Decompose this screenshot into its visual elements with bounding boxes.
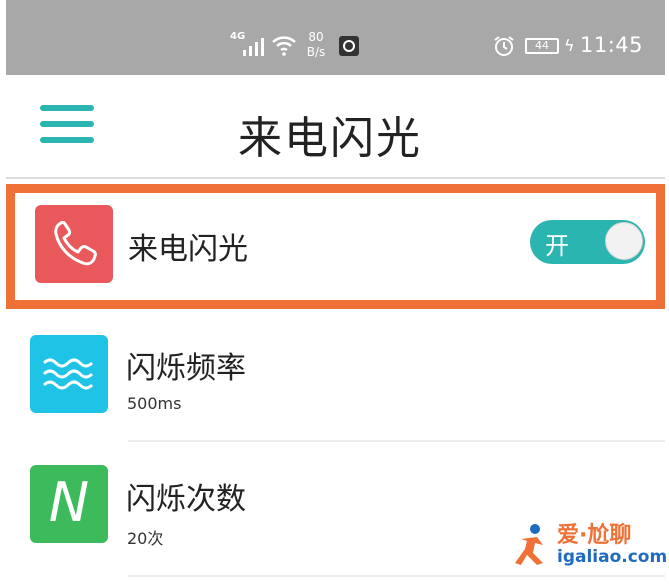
status-bar: 4G 80 B/s 44 ϟ 11:45: [6, 0, 665, 75]
list-item-label[interactable]: 闪烁频率: [126, 343, 246, 387]
right-border: [665, 0, 669, 584]
letter-n-icon: N: [30, 465, 108, 543]
divider: [128, 575, 665, 577]
watermark-url: igaliao.com: [557, 547, 668, 567]
list-item-value: 20次: [127, 529, 164, 548]
toggle-label: 开: [545, 232, 569, 260]
runner-icon: [515, 524, 543, 565]
list-item-value: 500ms: [127, 394, 182, 413]
watermark-title: 爱·尬聊: [557, 523, 632, 548]
speed-unit: B/s: [306, 45, 326, 59]
alarm-icon: [494, 36, 514, 56]
battery-icon: 44: [525, 38, 559, 54]
wifi-icon: [272, 36, 296, 56]
clock: 11:45: [580, 33, 644, 57]
call-flash-toggle[interactable]: 开: [530, 220, 645, 264]
menu-icon[interactable]: [40, 105, 94, 145]
charging-icon: ϟ: [564, 36, 575, 55]
wave-icon: [30, 335, 108, 413]
signal-icon: [243, 38, 264, 56]
network-speed: 80 B/s: [302, 30, 330, 60]
divider: [128, 440, 665, 442]
page-title: 来电闪光: [238, 113, 422, 164]
watermark-logo: 爱·尬聊 igaliao.com: [505, 515, 668, 575]
app-header: 来电闪光: [6, 75, 665, 179]
notification-app-icon: [339, 36, 359, 56]
list-item-label[interactable]: 闪烁次数: [126, 474, 246, 518]
speed-value: 80: [308, 30, 324, 44]
toggle-knob: [605, 222, 643, 260]
